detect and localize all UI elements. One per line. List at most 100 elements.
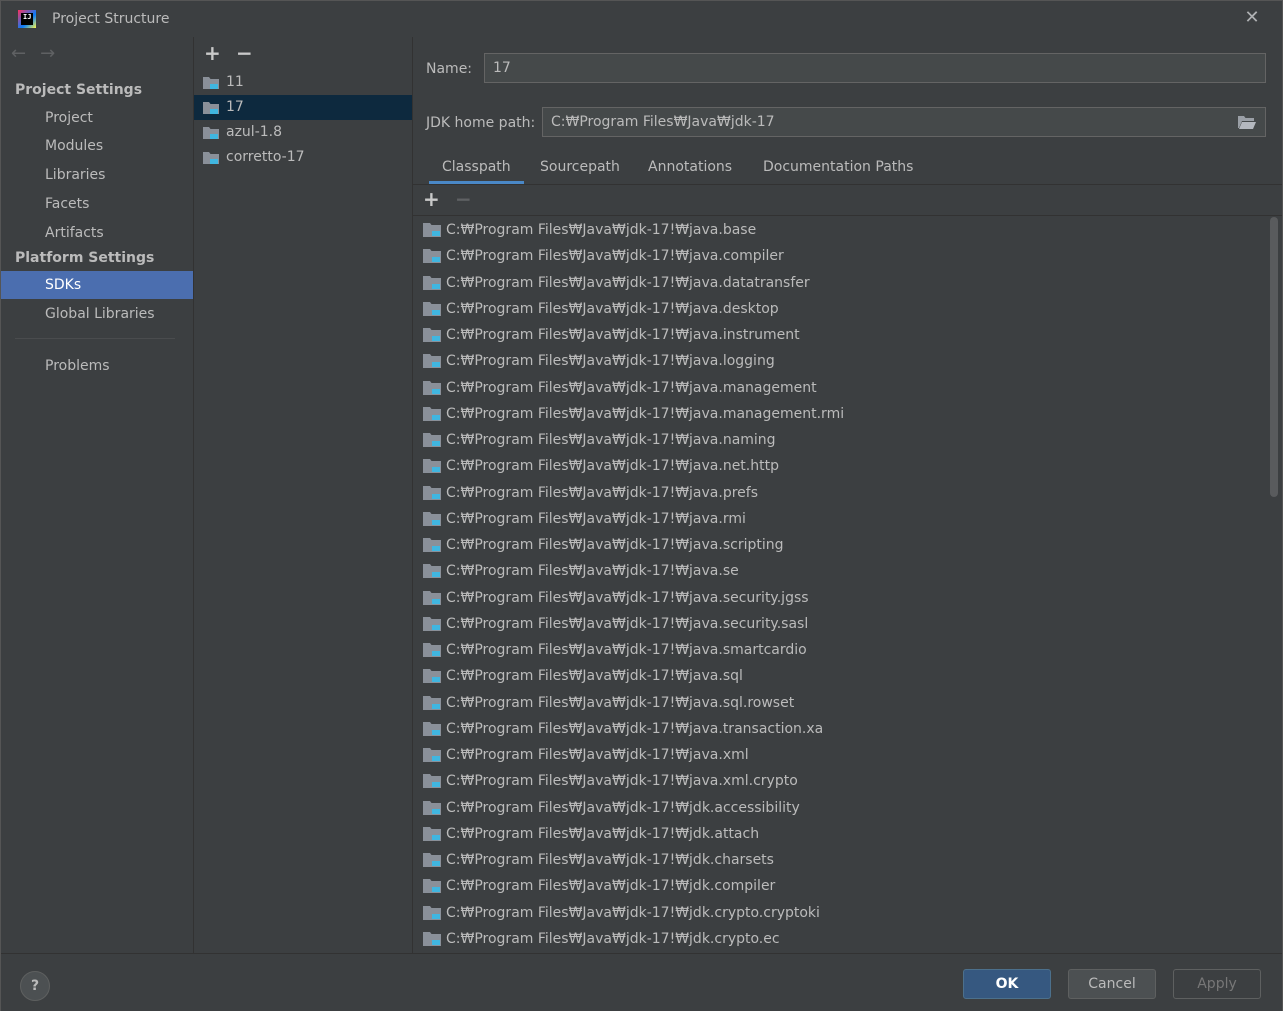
library-folder-icon <box>423 669 441 684</box>
tab-documentation-paths[interactable]: Documentation Paths <box>763 159 913 175</box>
list-item[interactable]: C:₩Program Files₩Java₩jdk-17!₩jdk.charse… <box>413 847 1268 873</box>
jdk-home-path-field[interactable]: C:₩Program Files₩Java₩jdk-17 <box>542 107 1266 137</box>
classpath-entry-label: C:₩Program Files₩Java₩jdk-17!₩java.instr… <box>446 327 800 343</box>
list-item[interactable]: C:₩Program Files₩Java₩jdk-17!₩java.net.h… <box>413 453 1268 479</box>
tab-classpath[interactable]: Classpath <box>442 159 511 175</box>
list-item[interactable]: C:₩Program Files₩Java₩jdk-17!₩java.sql.r… <box>413 690 1268 716</box>
sdk-item[interactable]: 11 <box>194 70 412 95</box>
library-folder-icon <box>423 406 441 421</box>
sdk-item[interactable]: 17 <box>194 95 412 120</box>
cancel-button[interactable]: Cancel <box>1068 969 1156 999</box>
classpath-entry-label: C:₩Program Files₩Java₩jdk-17!₩java.prefs <box>446 484 758 501</box>
list-item[interactable]: C:₩Program Files₩Java₩jdk-17!₩java.secur… <box>413 611 1268 637</box>
list-item[interactable]: C:₩Program Files₩Java₩jdk-17!₩java.base <box>413 217 1268 243</box>
library-folder-icon <box>423 879 441 894</box>
list-item[interactable]: C:₩Program Files₩Java₩jdk-17!₩jdk.compil… <box>413 873 1268 899</box>
help-button[interactable]: ? <box>20 971 50 1001</box>
list-item[interactable]: C:₩Program Files₩Java₩jdk-17!₩java.deskt… <box>413 296 1268 322</box>
jdk-home-label: JDK home path: <box>426 115 536 131</box>
nav-item-sdks[interactable]: SDKs <box>1 271 193 299</box>
classpath-entry-label: C:₩Program Files₩Java₩jdk-17!₩java.secur… <box>446 589 809 606</box>
classpath-entry-label: C:₩Program Files₩Java₩jdk-17!₩jdk.charse… <box>446 852 774 868</box>
list-item[interactable]: C:₩Program Files₩Java₩jdk-17!₩java.xml.c… <box>413 768 1268 794</box>
ok-button[interactable]: OK <box>963 969 1051 999</box>
classpath-entry-label: C:₩Program Files₩Java₩jdk-17!₩java.loggi… <box>446 353 775 370</box>
list-item[interactable]: C:₩Program Files₩Java₩jdk-17!₩java.loggi… <box>413 348 1268 374</box>
scroll-thumb[interactable] <box>1270 217 1278 497</box>
library-folder-icon <box>423 800 441 815</box>
name-field[interactable]: 17 <box>484 53 1266 83</box>
close-icon[interactable]: ✕ <box>1241 7 1263 29</box>
library-folder-icon <box>423 931 441 946</box>
classpath-entry-label: C:₩Program Files₩Java₩jdk-17!₩jdk.compil… <box>446 878 776 895</box>
nav-item-artifacts[interactable]: Artifacts <box>1 219 193 247</box>
active-tab-indicator <box>429 181 524 184</box>
classpath-entry-label: C:₩Program Files₩Java₩jdk-17!₩java.secur… <box>446 615 809 632</box>
list-item[interactable]: C:₩Program Files₩Java₩jdk-17!₩java.sql <box>413 663 1268 689</box>
sdk-folder-icon <box>203 152 219 164</box>
library-folder-icon <box>423 433 441 447</box>
classpath-entry-label: C:₩Program Files₩Java₩jdk-17!₩java.net.h… <box>446 458 779 475</box>
library-folder-icon <box>423 853 441 867</box>
list-item[interactable]: C:₩Program Files₩Java₩jdk-17!₩java.compi… <box>413 243 1268 269</box>
library-folder-icon <box>423 905 441 920</box>
list-item[interactable]: C:₩Program Files₩Java₩jdk-17!₩java.rmi <box>413 506 1268 532</box>
path-tabs: Classpath Sourcepath Annotations Documen… <box>413 151 1282 185</box>
list-item[interactable]: C:₩Program Files₩Java₩jdk-17!₩java.scrip… <box>413 532 1268 558</box>
classpath-entry-label: C:₩Program Files₩Java₩jdk-17!₩java.trans… <box>446 720 824 737</box>
library-folder-icon <box>423 223 441 237</box>
library-folder-icon <box>423 695 441 710</box>
folder-open-icon[interactable] <box>1238 115 1256 129</box>
library-folder-icon <box>423 721 441 736</box>
classpath-entry-label: C:₩Program Files₩Java₩jdk-17!₩java.base <box>446 222 757 238</box>
project-structure-window: IJ Project Structure ✕ ← → Project Settin… <box>0 0 1283 1011</box>
classpath-list[interactable]: C:₩Program Files₩Java₩jdk-17!₩java.base C… <box>413 217 1268 953</box>
list-item[interactable]: C:₩Program Files₩Java₩jdk-17!₩java.namin… <box>413 427 1268 453</box>
classpath-entry-label: C:₩Program Files₩Java₩jdk-17!₩java.manag… <box>446 405 845 422</box>
nav-item-modules[interactable]: Modules <box>1 132 193 160</box>
add-path-icon[interactable]: + <box>423 187 440 211</box>
add-sdk-icon[interactable]: + <box>204 41 221 65</box>
list-item[interactable]: C:₩Program Files₩Java₩jdk-17!₩java.datat… <box>413 270 1268 296</box>
library-folder-icon <box>423 748 441 762</box>
nav-item-project[interactable]: Project <box>1 104 193 132</box>
nav-item-libraries[interactable]: Libraries <box>1 161 193 189</box>
tab-annotations[interactable]: Annotations <box>648 159 732 175</box>
library-folder-icon <box>423 485 441 500</box>
library-folder-icon <box>423 301 441 316</box>
classpath-toolbar: + − <box>413 185 1282 216</box>
list-item[interactable]: C:₩Program Files₩Java₩jdk-17!₩java.se <box>413 558 1268 584</box>
sdk-item[interactable]: corretto-17 <box>194 145 412 170</box>
list-item[interactable]: C:₩Program Files₩Java₩jdk-17!₩java.trans… <box>413 716 1268 742</box>
tab-sourcepath[interactable]: Sourcepath <box>540 159 620 175</box>
sdk-item[interactable]: azul-1.8 <box>194 120 412 145</box>
list-item[interactable]: C:₩Program Files₩Java₩jdk-17!₩java.xml <box>413 742 1268 768</box>
list-item[interactable]: C:₩Program Files₩Java₩jdk-17!₩java.instr… <box>413 322 1268 348</box>
back-arrow-icon[interactable]: ← <box>11 43 26 64</box>
list-item[interactable]: C:₩Program Files₩Java₩jdk-17!₩jdk.access… <box>413 795 1268 821</box>
list-item[interactable]: C:₩Program Files₩Java₩jdk-17!₩java.smart… <box>413 637 1268 663</box>
list-item[interactable]: C:₩Program Files₩Java₩jdk-17!₩java.prefs <box>413 480 1268 506</box>
forward-arrow-icon[interactable]: → <box>40 43 55 64</box>
classpath-entry-label: C:₩Program Files₩Java₩jdk-17!₩java.smart… <box>446 642 807 658</box>
list-item[interactable]: C:₩Program Files₩Java₩jdk-17!₩jdk.crypto… <box>413 926 1268 952</box>
list-item[interactable]: C:₩Program Files₩Java₩jdk-17!₩java.manag… <box>413 401 1268 427</box>
nav-item-facets[interactable]: Facets <box>1 190 193 218</box>
sdk-label: corretto-17 <box>226 149 305 165</box>
library-folder-icon <box>423 380 441 395</box>
classpath-scrollbar[interactable] <box>1270 217 1278 953</box>
list-item[interactable]: C:₩Program Files₩Java₩jdk-17!₩java.manag… <box>413 375 1268 401</box>
nav-item-problems[interactable]: Problems <box>1 352 193 380</box>
intellij-app-icon: IJ <box>18 10 36 28</box>
classpath-entry-label: C:₩Program Files₩Java₩jdk-17!₩java.compi… <box>446 248 784 265</box>
list-item[interactable]: C:₩Program Files₩Java₩jdk-17!₩java.secur… <box>413 585 1268 611</box>
library-folder-icon <box>423 643 441 657</box>
list-item[interactable]: C:₩Program Files₩Java₩jdk-17!₩jdk.attach <box>413 821 1268 847</box>
nav-item-global-libraries[interactable]: Global Libraries <box>1 300 193 328</box>
classpath-entry-label: C:₩Program Files₩Java₩jdk-17!₩java.sql <box>446 668 743 685</box>
classpath-entry-label: C:₩Program Files₩Java₩jdk-17!₩java.xml <box>446 747 749 763</box>
library-folder-icon <box>423 511 441 526</box>
remove-sdk-icon[interactable]: − <box>236 41 253 65</box>
list-item[interactable]: C:₩Program Files₩Java₩jdk-17!₩jdk.crypto… <box>413 900 1268 926</box>
classpath-entry-label: C:₩Program Files₩Java₩jdk-17!₩jdk.crypto… <box>446 904 820 921</box>
